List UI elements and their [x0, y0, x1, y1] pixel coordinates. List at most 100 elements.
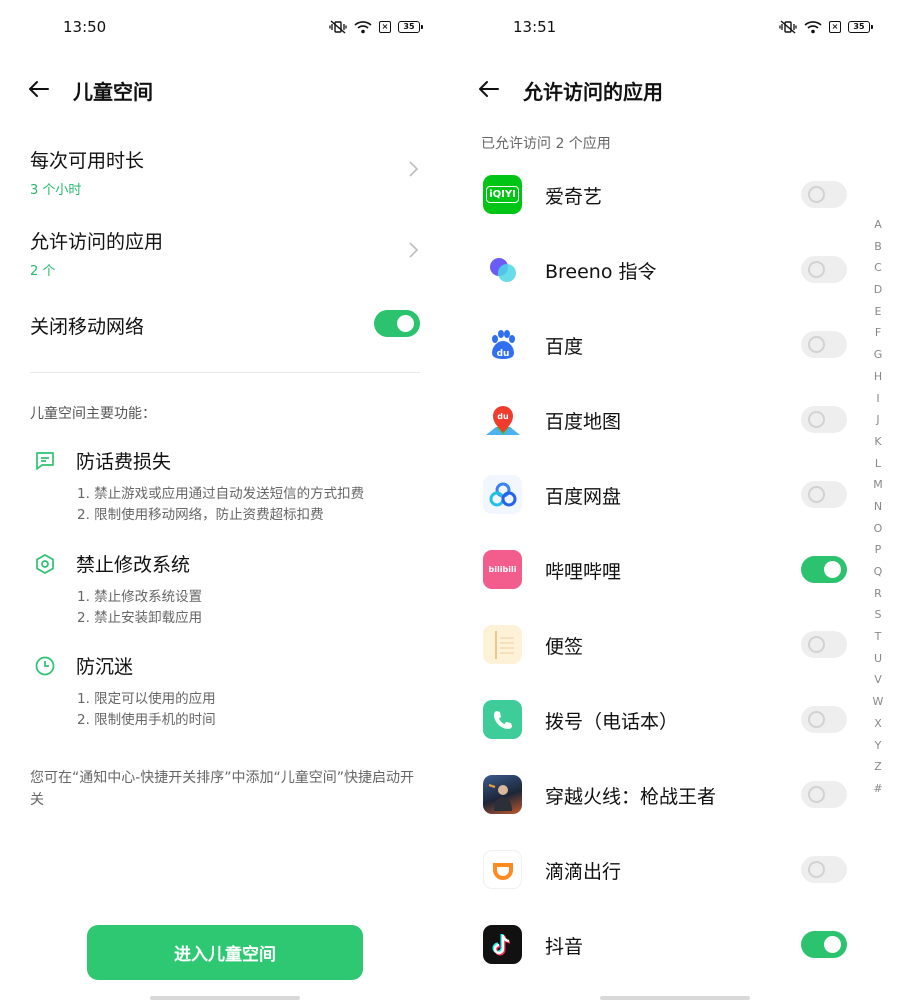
app-row-didi[interactable]: 滴滴出行 — [450, 834, 860, 909]
alphabet-letter[interactable]: C — [870, 261, 886, 283]
alphabet-letter[interactable]: W — [870, 695, 886, 717]
app-toggle[interactable] — [801, 256, 847, 283]
alphabet-letter[interactable]: E — [870, 305, 886, 327]
status-bar: 13:50 × 35 — [0, 0, 450, 56]
mobile-network-toggle[interactable] — [374, 310, 420, 337]
baidu-map-icon: du — [483, 400, 522, 439]
page-title: 儿童空间 — [73, 80, 153, 104]
alphabet-index[interactable]: A B C D E F G H I J K L M N O P Q R S T U V W X Y Z # — [870, 218, 886, 804]
enter-kids-space-button[interactable]: 进入儿童空间 — [87, 925, 363, 980]
page-header: 儿童空间 — [0, 70, 450, 108]
app-toggle[interactable] — [801, 931, 847, 958]
alphabet-letter[interactable]: F — [870, 326, 886, 348]
home-indicator[interactable] — [600, 996, 750, 1000]
features-heading: 儿童空间主要功能： — [30, 406, 156, 422]
feature-line: 2. 限制使用移动网络，防止资费超标扣费 — [77, 507, 324, 523]
wifi-icon — [354, 20, 372, 34]
shortcut-note: 您可在“通知中心-快捷开关排序”中添加“儿童空间”快捷启动开关 — [30, 770, 415, 808]
alphabet-letter[interactable]: H — [870, 370, 886, 392]
alphabet-letter[interactable]: L — [870, 457, 886, 479]
app-toggle[interactable] — [801, 481, 847, 508]
alphabet-letter[interactable]: V — [870, 673, 886, 695]
usage-duration-setting[interactable]: 每次可用时长 3 个小时 — [30, 146, 420, 202]
app-row-bilibili[interactable]: bilibili 哔哩哔哩 — [450, 534, 860, 609]
app-row-baidu[interactable]: du 百度 — [450, 309, 860, 384]
setting-value: 3 个小时 — [30, 183, 82, 198]
alphabet-letter[interactable]: T — [870, 630, 886, 652]
alphabet-letter[interactable]: Z — [870, 760, 886, 782]
app-row-crossfire[interactable]: 穿越火线：枪战王者 — [450, 759, 860, 834]
phone-icon — [483, 700, 522, 739]
app-name: 百度 — [545, 336, 584, 358]
app-row-notes[interactable]: 便签 — [450, 609, 860, 684]
app-name: 便签 — [545, 636, 584, 658]
app-toggle[interactable] — [801, 331, 847, 358]
svg-text:du: du — [496, 349, 509, 359]
feature-line: 2. 限制使用手机的时间 — [77, 712, 216, 728]
allowed-apps-setting[interactable]: 允许访问的应用 2 个 — [30, 227, 420, 283]
alphabet-letter[interactable]: Y — [870, 739, 886, 761]
app-toggle[interactable] — [801, 181, 847, 208]
page-header: 允许访问的应用 — [450, 70, 900, 108]
alphabet-letter[interactable]: D — [870, 283, 886, 305]
alphabet-letter[interactable]: O — [870, 522, 886, 544]
douyin-icon — [483, 925, 522, 964]
alphabet-letter[interactable]: # — [870, 782, 886, 804]
app-row-phone[interactable]: 拨号（电话本） — [450, 684, 860, 759]
alphabet-letter[interactable]: J — [870, 413, 886, 435]
allowed-count-label: 已允许访问 2 个应用 — [481, 136, 611, 152]
feature-line: 1. 禁止游戏或应用通过自动发送短信的方式扣费 — [77, 486, 365, 502]
feature-system-lock: 禁止修改系统 1. 禁止修改系统设置 2. 禁止安装卸载应用 — [30, 550, 430, 630]
app-toggle[interactable] — [801, 706, 847, 733]
app-row-iqiyi[interactable]: iQIYI 爱奇艺 — [450, 159, 860, 234]
app-name: 抖音 — [545, 936, 584, 958]
alphabet-letter[interactable]: I — [870, 392, 886, 414]
notes-icon — [483, 625, 522, 664]
alphabet-letter[interactable]: N — [870, 500, 886, 522]
clock-icon — [34, 655, 56, 677]
alphabet-letter[interactable]: M — [870, 478, 886, 500]
app-row-douyin[interactable]: 抖音 — [450, 909, 860, 984]
alphabet-letter[interactable]: A — [870, 218, 886, 240]
chevron-right-icon — [408, 160, 420, 178]
app-toggle[interactable] — [801, 781, 847, 808]
no-sim-icon: × — [829, 21, 841, 33]
setting-value: 2 个 — [30, 264, 56, 279]
status-icons: × 35 — [329, 20, 423, 34]
alphabet-letter[interactable]: P — [870, 543, 886, 565]
app-row-baidu-netdisk[interactable]: 百度网盘 — [450, 459, 860, 534]
app-toggle[interactable] — [801, 556, 847, 583]
alphabet-letter[interactable]: R — [870, 587, 886, 609]
app-toggle[interactable] — [801, 631, 847, 658]
setting-title: 允许访问的应用 — [30, 231, 164, 253]
crossfire-icon — [483, 775, 522, 814]
back-arrow-icon[interactable] — [26, 76, 52, 102]
setting-title: 关闭移动网络 — [30, 316, 145, 338]
battery-icon: 35 — [398, 21, 423, 33]
app-row-breeno[interactable]: Breeno 指令 — [450, 234, 860, 309]
iqiyi-icon: iQIYI — [483, 175, 522, 214]
alphabet-letter[interactable]: X — [870, 717, 886, 739]
mobile-network-setting: 关闭移动网络 — [30, 312, 420, 342]
alphabet-letter[interactable]: Q — [870, 565, 886, 587]
feature-anti-addiction: 防沉迷 1. 限定可以使用的应用 2. 限制使用手机的时间 — [30, 652, 430, 732]
app-name: 哔哩哔哩 — [545, 561, 622, 583]
alphabet-letter[interactable]: K — [870, 435, 886, 457]
app-name: 爱奇艺 — [545, 186, 603, 208]
app-toggle[interactable] — [801, 856, 847, 883]
alphabet-letter[interactable]: U — [870, 652, 886, 674]
app-row-baidu-map[interactable]: du 百度地图 — [450, 384, 860, 459]
alphabet-letter[interactable]: B — [870, 240, 886, 262]
divider — [30, 372, 420, 373]
status-icons: × 35 — [779, 20, 873, 34]
feature-title: 防话费损失 — [76, 451, 172, 473]
vibrate-mute-icon — [779, 20, 797, 34]
app-toggle[interactable] — [801, 406, 847, 433]
vibrate-mute-icon — [329, 20, 347, 34]
message-icon — [34, 450, 56, 472]
alphabet-letter[interactable]: S — [870, 608, 886, 630]
home-indicator[interactable] — [150, 996, 300, 1000]
alphabet-letter[interactable]: G — [870, 348, 886, 370]
back-arrow-icon[interactable] — [476, 76, 502, 102]
feature-line: 1. 禁止修改系统设置 — [77, 589, 203, 605]
